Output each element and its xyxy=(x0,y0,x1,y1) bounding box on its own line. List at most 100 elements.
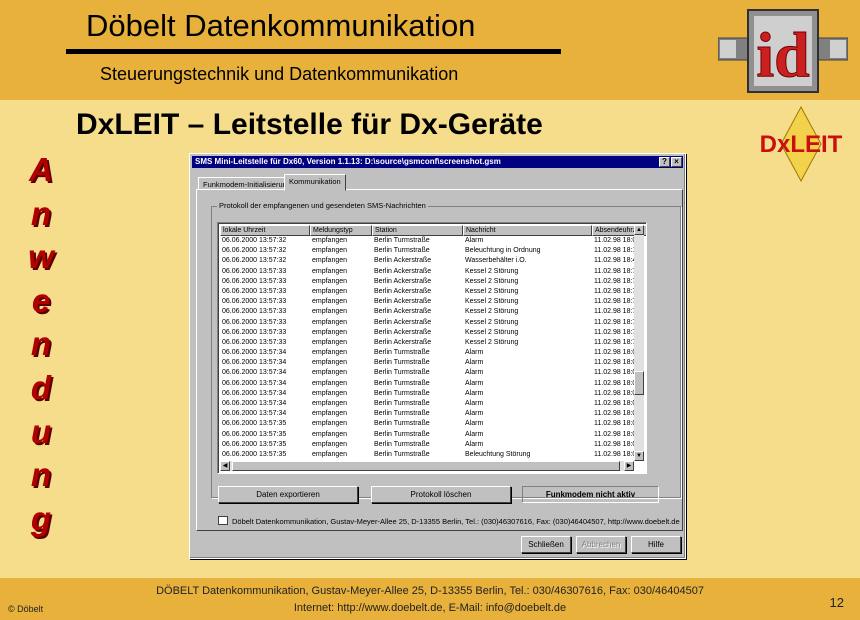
protocol-group-label: Protokoll der empfangenen und gesendeten… xyxy=(217,201,428,210)
cell-station: Berlin Turmstraße xyxy=(374,369,430,377)
table-row[interactable]: 06.06.2000 13:57:32 empfangen Berlin Turms… xyxy=(220,246,646,256)
table-row[interactable]: 06.06.2000 13:57:34 empfangen Berlin Turms… xyxy=(220,368,646,378)
cell-message-type: empfangen xyxy=(312,298,348,306)
cell-station: Berlin Turmstraße xyxy=(374,389,430,397)
table-row[interactable]: 06.06.2000 13:57:34 empfangen Berlin Turms… xyxy=(220,348,646,358)
table-row[interactable]: 06.06.2000 13:57:33 empfangen Berlin Acker… xyxy=(220,307,646,317)
table-row[interactable]: 06.06.2000 13:57:34 empfangen Berlin Turms… xyxy=(220,409,646,419)
cell-message: Beleuchtung in Ordnung xyxy=(465,247,541,255)
scroll-up-icon[interactable]: ▲ xyxy=(634,225,644,235)
footer-bar: DÖBELT Datenkommunikation, Gustav-Meyer-… xyxy=(0,578,860,620)
side-letter: e xyxy=(31,281,51,319)
close-button[interactable]: Schließen xyxy=(521,536,571,553)
table-row[interactable]: 06.06.2000 13:57:32 empfangen Berlin Turms… xyxy=(220,236,646,246)
table-row[interactable]: 06.06.2000 13:57:35 empfangen Berlin Turms… xyxy=(220,440,646,450)
cell-station: Berlin Ackerstraße xyxy=(374,257,432,265)
cell-message: Kessel 2 Störung xyxy=(465,298,519,306)
help-button[interactable]: Hilfe xyxy=(631,536,681,553)
dxleit-logo: DxLEIT xyxy=(760,106,843,182)
table-row[interactable]: 06.06.2000 13:57:34 empfangen Berlin Turms… xyxy=(220,399,646,409)
cell-message: Alarm xyxy=(465,420,484,428)
cell-station: Berlin Ackerstraße xyxy=(374,277,432,285)
scroll-left-icon[interactable]: ◀ xyxy=(220,461,230,471)
table-row[interactable]: 06.06.2000 13:57:33 empfangen Berlin Acker… xyxy=(220,297,646,307)
cell-station: Berlin Turmstraße xyxy=(374,379,430,387)
scroll-down-icon[interactable]: ▼ xyxy=(634,451,644,461)
cell-message-type: empfangen xyxy=(312,400,348,407)
footer-contact: Internet: http://www.doebelt.de, E-Mail:… xyxy=(293,602,567,614)
table-row[interactable]: 06.06.2000 13:57:33 empfangen Berlin Acker… xyxy=(220,318,646,328)
table-row[interactable]: 06.06.2000 13:57:34 empfangen Berlin Turms… xyxy=(220,389,646,399)
table-row[interactable]: 06.06.2000 13:57:33 empfangen Berlin Acker… xyxy=(220,267,646,277)
vertical-scroll-thumb[interactable] xyxy=(634,371,644,395)
side-letter: A xyxy=(29,151,53,188)
help-icon[interactable]: ? xyxy=(659,157,670,167)
cell-message-type: empfangen xyxy=(312,237,348,244)
cell-message-type: empfangen xyxy=(312,450,348,458)
phone-icon xyxy=(218,516,228,525)
column-header-message[interactable]: Nachricht xyxy=(463,225,592,236)
id-logo: id xyxy=(718,9,848,93)
cell-message: Alarm xyxy=(465,440,484,448)
table-row[interactable]: 06.06.2000 13:57:35 empfangen Berlin Turms… xyxy=(220,419,646,429)
table-row[interactable]: 06.06.2000 13:57:33 empfangen Berlin Acker… xyxy=(220,277,646,287)
cell-message: Alarm xyxy=(465,389,484,397)
cell-message-type: empfangen xyxy=(312,308,348,316)
sms-log-table[interactable]: lokale Uhrzeit Meldungstyp Station Nachr… xyxy=(217,222,647,474)
table-row[interactable]: 06.06.2000 13:57:33 empfangen Berlin Acker… xyxy=(220,287,646,297)
cell-message: Alarm xyxy=(465,400,484,407)
column-header-station[interactable]: Station xyxy=(372,225,463,236)
close-icon[interactable]: × xyxy=(671,157,682,167)
cell-station: Berlin Turmstraße xyxy=(374,450,430,458)
cell-message: Kessel 2 Störung xyxy=(465,287,519,295)
horizontal-scrollbar[interactable]: ◀ ▶ xyxy=(220,461,634,471)
cell-message-type: empfangen xyxy=(312,410,348,418)
cell-local-time: 06.06.2000 13:57:32 xyxy=(222,257,287,265)
scroll-right-icon[interactable]: ▶ xyxy=(624,461,634,471)
clear-protocol-button[interactable]: Protokoll löschen xyxy=(371,486,511,503)
table-row[interactable]: 06.06.2000 13:57:33 empfangen Berlin Acker… xyxy=(220,328,646,338)
cell-station: Berlin Turmstraße xyxy=(374,247,430,255)
dialog-titlebar[interactable]: SMS Mini-Leitstelle für Dx60, Version 1.… xyxy=(192,156,683,168)
side-word-anwendung: A n w e n d u n g xyxy=(18,148,64,540)
cell-local-time: 06.06.2000 13:57:34 xyxy=(222,410,287,418)
side-letter: n xyxy=(30,456,52,494)
tab-kommunikation[interactable]: Kommunikation xyxy=(284,174,346,191)
cell-message: Kessel 2 Störung xyxy=(465,277,519,285)
cell-local-time: 06.06.2000 13:57:34 xyxy=(222,400,287,407)
cell-message: Alarm xyxy=(465,379,484,387)
cell-message-type: empfangen xyxy=(312,338,348,346)
cell-message: Alarm xyxy=(465,237,484,244)
table-row[interactable]: 06.06.2000 13:57:35 empfangen Berlin Turms… xyxy=(220,430,646,440)
table-row[interactable]: 06.06.2000 13:57:35 empfangen Berlin Turms… xyxy=(220,450,646,460)
table-row[interactable]: 06.06.2000 13:57:33 empfangen Berlin Acker… xyxy=(220,338,646,348)
modem-status-field: Funkmodem nicht aktiv xyxy=(522,486,659,503)
table-row[interactable]: 06.06.2000 13:57:32 empfangen Berlin Acker… xyxy=(220,256,646,266)
cell-message-type: empfangen xyxy=(312,379,348,387)
cell-station: Berlin Ackerstraße xyxy=(374,308,432,316)
cell-local-time: 06.06.2000 13:57:33 xyxy=(222,318,287,326)
cell-local-time: 06.06.2000 13:57:35 xyxy=(222,440,287,448)
cell-message: Alarm xyxy=(465,349,484,357)
cancel-button: Abbrechen xyxy=(576,536,626,553)
cell-message-type: empfangen xyxy=(312,267,348,275)
side-letter: g xyxy=(30,499,52,537)
cell-message: Wasserbehälter i.O. xyxy=(465,257,527,265)
table-row[interactable]: 06.06.2000 13:57:34 empfangen Berlin Turms… xyxy=(220,358,646,368)
cell-message: Kessel 2 Störung xyxy=(465,308,519,316)
footer-address: DÖBELT Datenkommunikation, Gustav-Meyer-… xyxy=(156,585,704,597)
cell-message-type: empfangen xyxy=(312,287,348,295)
horizontal-scroll-thumb[interactable] xyxy=(232,461,620,471)
cell-local-time: 06.06.2000 13:57:34 xyxy=(222,379,287,387)
sms-dialog-window: SMS Mini-Leitstelle für Dx60, Version 1.… xyxy=(189,153,686,559)
table-row[interactable]: 06.06.2000 13:57:34 empfangen Berlin Turms… xyxy=(220,379,646,389)
export-data-button[interactable]: Daten exportieren xyxy=(218,486,358,503)
company-subtitle: Steuerungstechnik und Datenkommunikation xyxy=(100,64,459,84)
column-header-message-type[interactable]: Meldungstyp xyxy=(310,225,372,236)
cell-message: Alarm xyxy=(465,430,484,438)
cell-station: Berlin Ackerstraße xyxy=(374,338,432,346)
cell-local-time: 06.06.2000 13:57:33 xyxy=(222,267,287,275)
vertical-scrollbar[interactable]: ▲ ▼ xyxy=(634,225,644,461)
cell-message-type: empfangen xyxy=(312,349,348,357)
column-header-local-time[interactable]: lokale Uhrzeit xyxy=(220,225,310,236)
